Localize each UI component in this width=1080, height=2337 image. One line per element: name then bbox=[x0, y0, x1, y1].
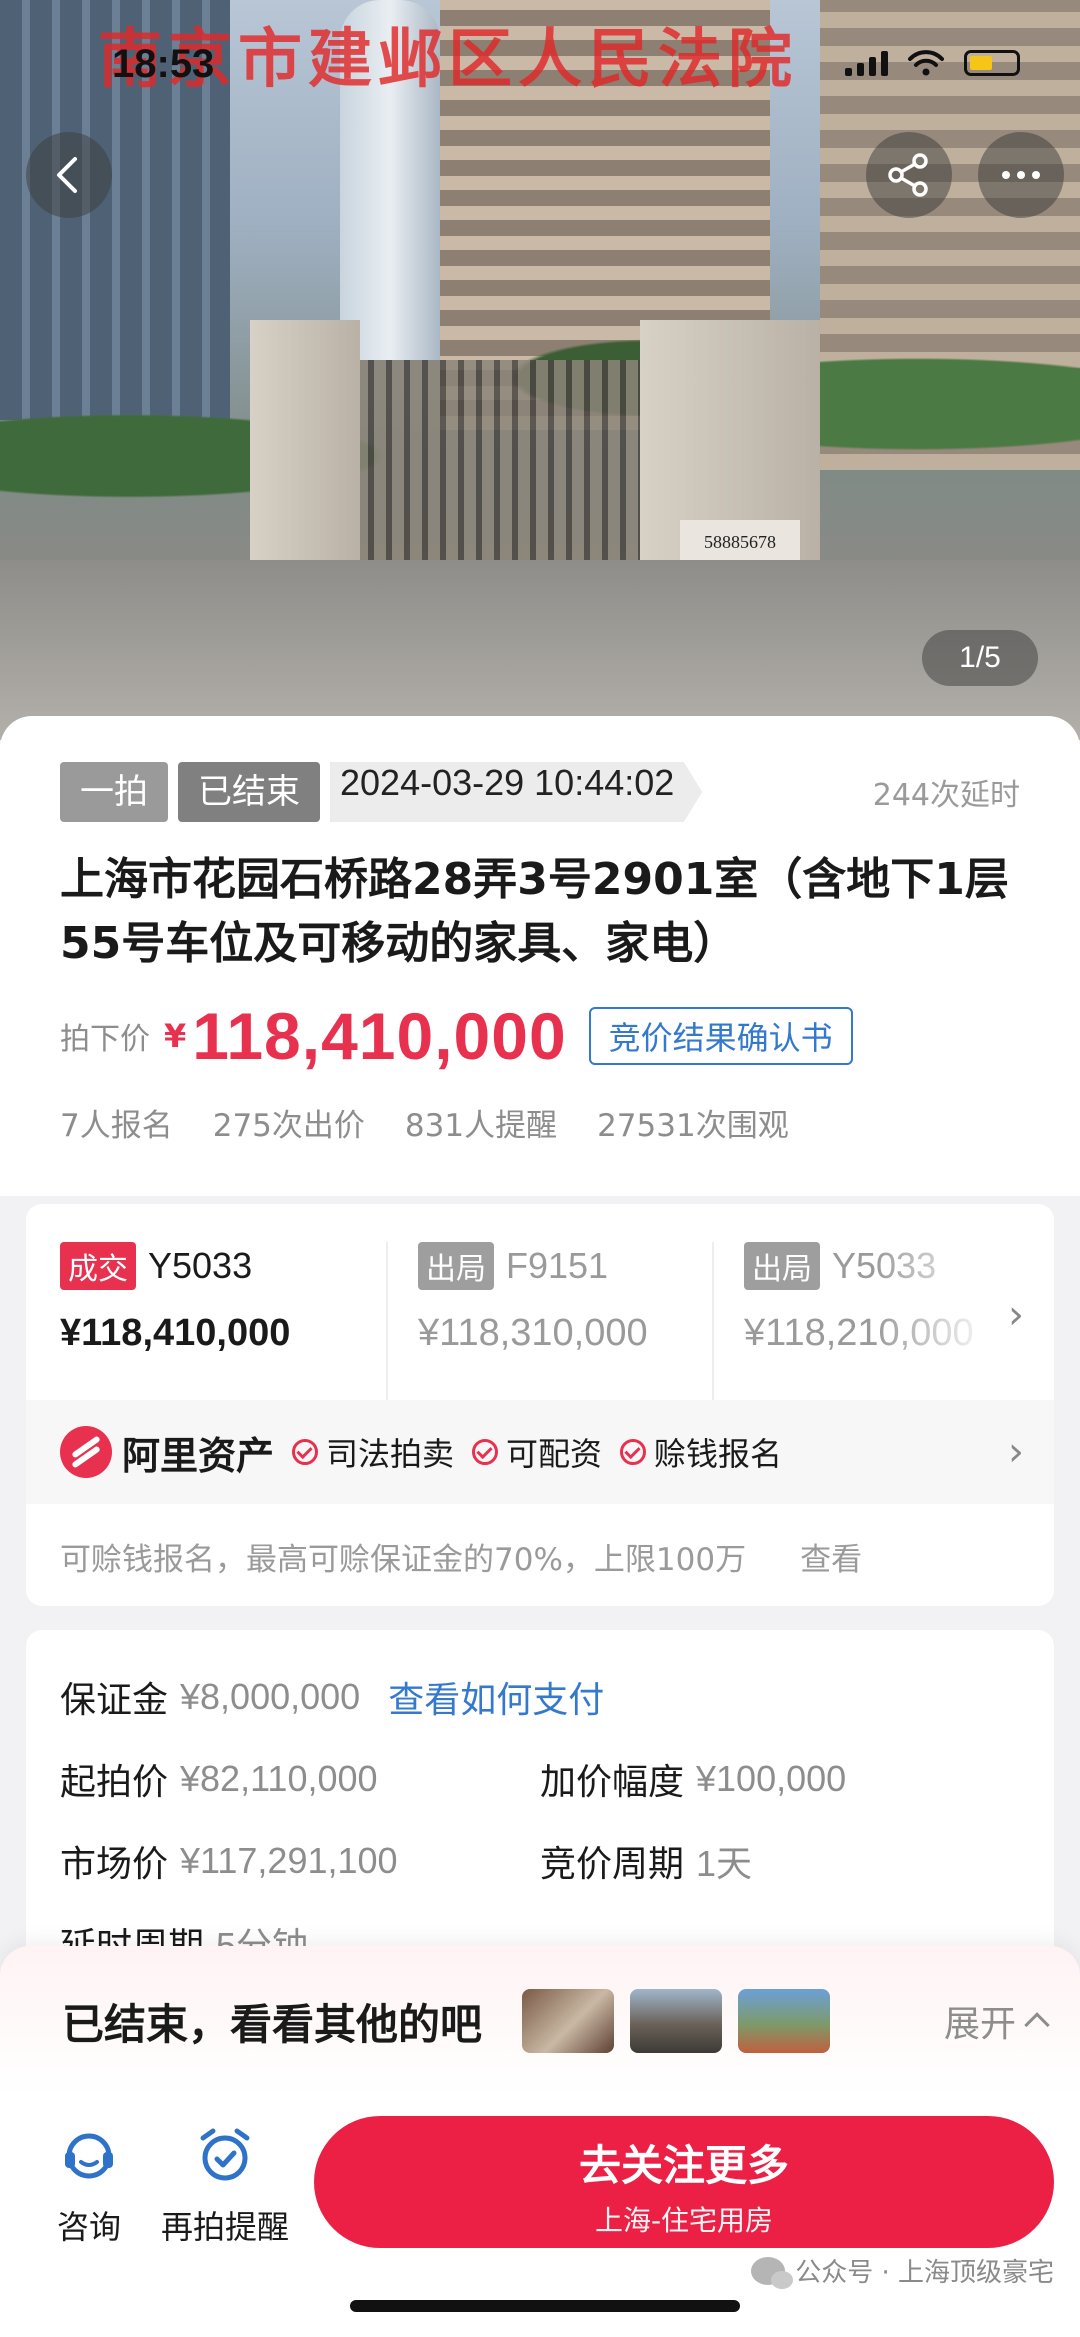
road bbox=[0, 560, 1080, 740]
follow-more-label: 去关注更多 bbox=[578, 2141, 789, 2190]
follow-more-category: 上海-住宅用房 bbox=[594, 2204, 774, 2237]
wechat-source-text: 公众号 · 上海顶级豪宅 bbox=[795, 2258, 1054, 2288]
hero-photo[interactable]: 58885678 南京市建邺区人民法院 18:53 1/5 bbox=[0, 0, 1080, 740]
gate-pillar bbox=[250, 320, 360, 580]
chevron-right-icon: › bbox=[1008, 1429, 1024, 1475]
related-thumbnails bbox=[522, 1989, 831, 2053]
round-tag: 一拍 bbox=[60, 762, 168, 822]
status-icons bbox=[845, 50, 1020, 76]
bid-record-card: 成交 Y5033 ¥118,410,000 出局 F9151 ¥118,310,… bbox=[26, 1204, 1054, 1606]
final-price: 118,410,000 bbox=[192, 999, 567, 1073]
ended-text: 已结束，看看其他的吧 bbox=[62, 1999, 483, 2049]
home-indicator[interactable] bbox=[350, 2300, 740, 2312]
stat-reminders: 831人提醒 bbox=[404, 1108, 558, 1144]
delay-count: 244次延时 bbox=[872, 778, 1020, 813]
bidder-code: Y5033 bbox=[148, 1245, 253, 1286]
deposit-value: ¥8,000,000 bbox=[180, 1676, 361, 1717]
status-time: 18:53 bbox=[112, 42, 215, 86]
check-circle-icon bbox=[472, 1439, 499, 1465]
bid-status-badge: 出局 bbox=[744, 1242, 820, 1290]
deposit-label: 保证金 bbox=[60, 1680, 169, 1721]
feature-judicial: 司法拍卖 bbox=[292, 1429, 454, 1475]
feature-financing: 可配资 bbox=[472, 1429, 602, 1475]
detail-row: 保证金 ¥8,000,000 查看如何支付 bbox=[60, 1656, 1020, 1738]
feature-credit-signup: 赊钱报名 bbox=[620, 1429, 782, 1475]
auction-info-card: 一拍 已结束 2024-03-29 10:44:02 244次延时 上海市花园石… bbox=[0, 716, 1080, 1196]
more-dots-icon bbox=[1002, 171, 1040, 179]
start-price-label: 起拍价 bbox=[60, 1762, 169, 1803]
chevron-left-icon bbox=[57, 157, 77, 193]
auction-tags: 一拍 已结束 2024-03-29 10:44:02 244次延时 bbox=[60, 760, 1020, 824]
auction-ended-banner: 已结束，看看其他的吧 展开 bbox=[0, 1946, 1080, 2096]
headset-icon bbox=[65, 2133, 113, 2179]
bid-item: 出局 F9151 ¥118,310,000 bbox=[386, 1242, 712, 1400]
ali-assets-name: 阿里资产 bbox=[122, 1433, 275, 1478]
bid-status-badge: 出局 bbox=[418, 1242, 494, 1290]
back-button[interactable] bbox=[26, 132, 112, 218]
remind-label: 再拍提醒 bbox=[160, 2208, 289, 2246]
check-circle-icon bbox=[292, 1439, 319, 1465]
wechat-icon bbox=[751, 2256, 794, 2289]
bid-list[interactable]: 成交 Y5033 ¥118,410,000 出局 F9151 ¥118,310,… bbox=[26, 1204, 1054, 1400]
property-title: 上海市花园石桥路28弄3号2901室（含地下1层55号车位及可移动的家具、家电） bbox=[60, 854, 1009, 969]
signal-icon bbox=[845, 50, 888, 76]
stat-views: 27531次围观 bbox=[597, 1108, 789, 1144]
consult-button[interactable]: 咨询 bbox=[44, 2126, 134, 2248]
price-label: 拍下价 bbox=[60, 1022, 150, 1057]
share-icon bbox=[888, 153, 928, 197]
bid-status-badge: 成交 bbox=[60, 1242, 136, 1290]
follow-more-button[interactable]: 去关注更多 上海-住宅用房 bbox=[314, 2116, 1054, 2248]
chevron-up-icon bbox=[1024, 2012, 1050, 2038]
increment-value: ¥100,000 bbox=[696, 1758, 847, 1799]
share-button[interactable] bbox=[866, 132, 952, 218]
credit-note-text: 可赊钱报名，最高可赊保证金的70%，上限100万 bbox=[60, 1542, 747, 1578]
gate-sign: 58885678 bbox=[680, 520, 800, 564]
bidder-code: F9151 bbox=[506, 1245, 609, 1286]
end-time: 2024-03-29 10:44:02 bbox=[330, 762, 703, 822]
more-button[interactable] bbox=[978, 132, 1064, 218]
bid-amount: ¥118,410,000 bbox=[60, 1312, 291, 1354]
how-to-pay-link[interactable]: 查看如何支付 bbox=[388, 1671, 604, 1723]
detail-row: 起拍价 ¥82,110,000 加价幅度 ¥100,000 bbox=[60, 1738, 1020, 1820]
wifi-icon bbox=[908, 50, 944, 76]
credit-signup-note: 可赊钱报名，最高可赊保证金的70%，上限100万 查看 bbox=[26, 1504, 1054, 1606]
bid-cycle-value: 1天 bbox=[696, 1843, 753, 1884]
check-circle-icon bbox=[620, 1439, 647, 1465]
market-price-value: ¥117,291,100 bbox=[180, 1840, 398, 1881]
photo-page-indicator: 1/5 bbox=[922, 630, 1038, 686]
ali-assets-logo-icon bbox=[60, 1426, 112, 1478]
expand-button[interactable]: 展开 bbox=[943, 1995, 1050, 2047]
alarm-clock-icon bbox=[200, 2128, 250, 2181]
view-link[interactable]: 查看 bbox=[800, 1534, 862, 1579]
state-tag: 已结束 bbox=[178, 762, 320, 822]
list-fade bbox=[874, 1204, 994, 1400]
battery-icon bbox=[964, 50, 1020, 76]
stat-signups: 7人报名 bbox=[60, 1108, 173, 1144]
consult-label: 咨询 bbox=[56, 2208, 121, 2246]
expand-label: 展开 bbox=[943, 2004, 1016, 2045]
market-price-label: 市场价 bbox=[60, 1844, 169, 1885]
bid-cycle-label: 竞价周期 bbox=[540, 1844, 685, 1885]
related-property-thumbnail[interactable] bbox=[738, 1989, 831, 2053]
start-price-value: ¥82,110,000 bbox=[180, 1758, 378, 1799]
chevron-right-icon[interactable]: › bbox=[1008, 1292, 1024, 1338]
ali-assets-row[interactable]: 阿里资产 司法拍卖 可配资 赊钱报名 › bbox=[26, 1400, 1054, 1504]
bid-amount: ¥118,310,000 bbox=[418, 1312, 648, 1354]
currency-symbol: ¥ bbox=[164, 1017, 187, 1055]
bid-item: 成交 Y5033 ¥118,410,000 bbox=[60, 1242, 386, 1400]
related-property-thumbnail[interactable] bbox=[630, 1989, 723, 2053]
auction-stats: 7人报名 275次出价 831人提醒 27531次围观 bbox=[60, 1100, 1020, 1145]
wechat-source-watermark: 公众号 · 上海顶级豪宅 bbox=[751, 2252, 1054, 2289]
related-property-thumbnail[interactable] bbox=[522, 1989, 615, 2053]
price-row: 拍下价 ¥ 118,410,000 竞价结果确认书 bbox=[60, 998, 1020, 1074]
stat-bids: 275次出价 bbox=[212, 1108, 365, 1144]
remind-button[interactable]: 再拍提醒 bbox=[150, 2126, 300, 2248]
auction-details-card: 保证金 ¥8,000,000 查看如何支付 起拍价 ¥82,110,000 加价… bbox=[26, 1630, 1054, 1967]
detail-row: 市场价 ¥117,291,100 竞价周期 1天 bbox=[60, 1820, 1020, 1902]
confirmation-doc-button[interactable]: 竞价结果确认书 bbox=[588, 1007, 853, 1065]
increment-label: 加价幅度 bbox=[540, 1762, 685, 1803]
